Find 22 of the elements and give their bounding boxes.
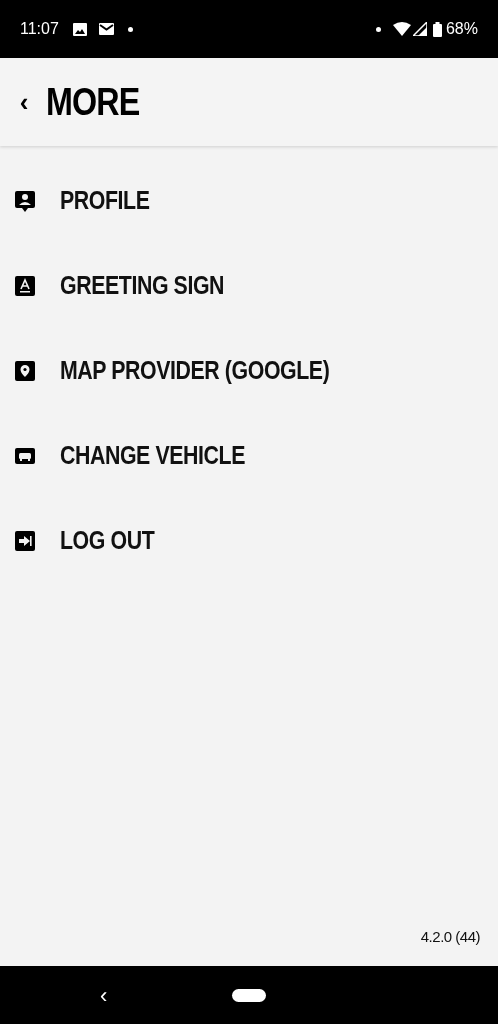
battery-percent: 68% — [445, 19, 478, 39]
menu-item[interactable]: CHANGE VEHICLE — [0, 413, 498, 498]
back-button[interactable]: ‹ — [12, 89, 36, 115]
page-title: MORE — [46, 79, 140, 125]
person-card-icon — [14, 189, 36, 212]
menu-item[interactable]: LOG OUT — [0, 498, 498, 583]
letter-sign-icon — [14, 274, 36, 297]
menu-item[interactable]: MAP PROVIDER (GOOGLE) — [0, 328, 498, 413]
version-text: 4.2.0 (44) — [420, 926, 480, 947]
wifi-icon — [392, 22, 411, 36]
dot-icon — [375, 26, 381, 32]
battery-icon — [432, 21, 442, 37]
menu-item[interactable]: PROFILE — [0, 158, 498, 243]
mail-icon — [98, 23, 114, 35]
nav-back-button[interactable]: ‹ — [100, 978, 108, 1012]
status-time: 11:07 — [20, 19, 59, 39]
image-icon — [72, 22, 87, 36]
signal-icon — [412, 22, 427, 36]
map-pin-icon — [14, 359, 36, 382]
home-button[interactable] — [232, 988, 266, 1002]
menu-item[interactable]: GREETING SIGN — [0, 243, 498, 328]
dot-icon — [127, 26, 133, 32]
